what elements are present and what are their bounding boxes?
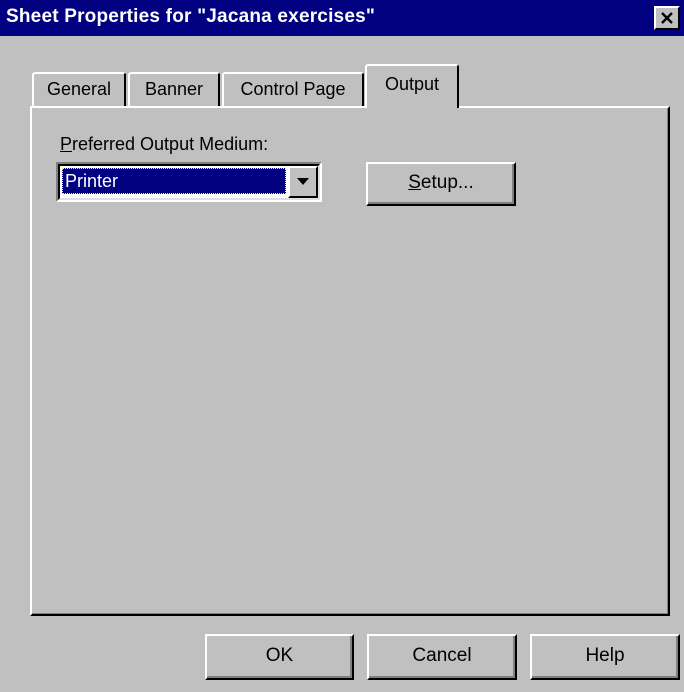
help-label: Help	[585, 645, 625, 666]
tab-control-page[interactable]: Control Page	[222, 72, 364, 106]
tab-banner[interactable]: Banner	[128, 72, 220, 106]
setup-button[interactable]: Setup...	[366, 162, 516, 206]
setup-mnemonic: S	[408, 172, 421, 193]
title-bar[interactable]: Sheet Properties for "Jacana exercises"	[0, 0, 684, 36]
tab-output-label: Output	[384, 74, 440, 94]
tab-output[interactable]: Output	[365, 64, 459, 108]
sheet-properties-dialog: Sheet Properties for "Jacana exercises" …	[0, 0, 684, 692]
cancel-label: Cancel	[412, 645, 472, 666]
output-medium-value[interactable]: Printer	[62, 168, 286, 194]
tab-banner-label: Banner	[144, 79, 204, 99]
label-mnemonic: P	[60, 134, 73, 154]
ok-label: OK	[265, 645, 294, 666]
ok-button[interactable]: OK	[205, 634, 354, 680]
active-tab-joint	[367, 104, 457, 110]
tab-control-page-label: Control Page	[240, 79, 346, 99]
preferred-output-medium-label: Preferred Output Medium:	[60, 134, 268, 155]
help-button[interactable]: Help	[530, 634, 680, 680]
tab-general[interactable]: General	[32, 72, 126, 106]
window-title: Sheet Properties for "Jacana exercises"	[6, 6, 376, 27]
close-button[interactable]	[654, 6, 680, 30]
setup-label-rest: etup...	[420, 172, 474, 193]
cancel-button[interactable]: Cancel	[367, 634, 517, 680]
dropdown-arrow-button[interactable]	[288, 166, 318, 198]
chevron-down-icon	[297, 178, 309, 185]
output-medium-select[interactable]: Printer	[56, 162, 322, 202]
tab-general-label: General	[46, 79, 112, 99]
close-icon	[661, 12, 673, 24]
label-rest: referred Output Medium:	[72, 134, 269, 154]
